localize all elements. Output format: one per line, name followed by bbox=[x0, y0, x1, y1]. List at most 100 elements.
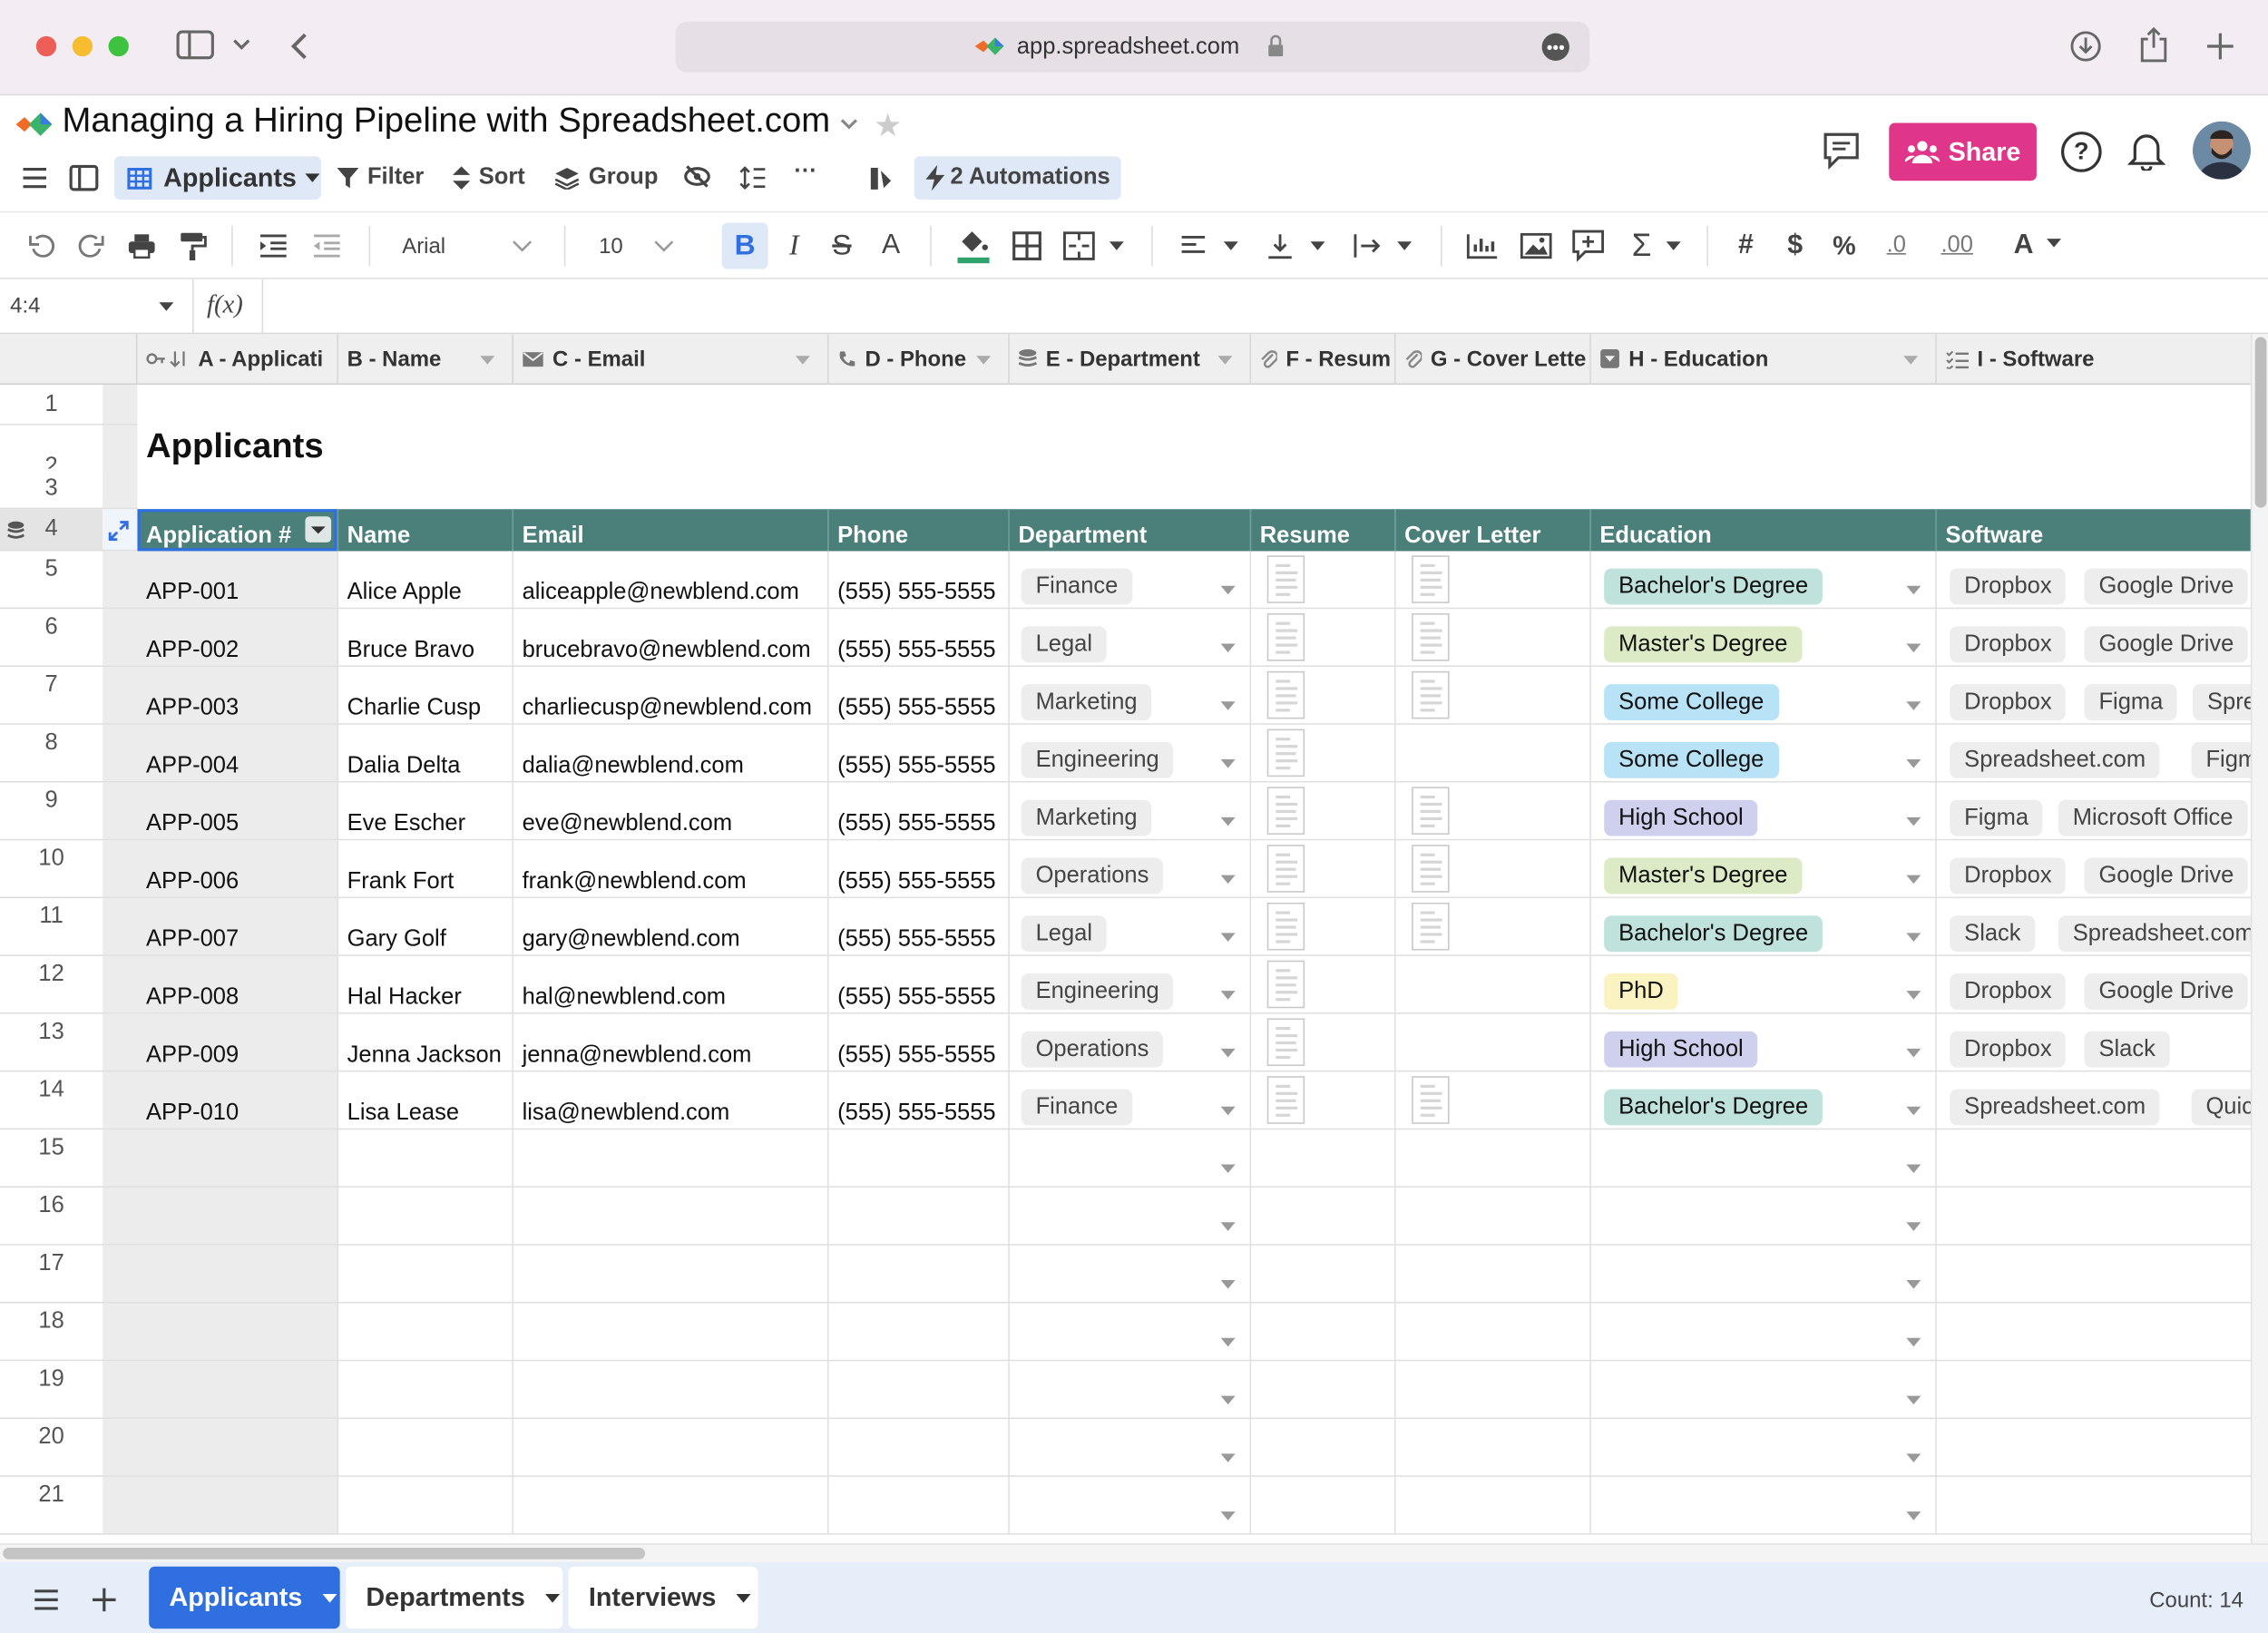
row-gutter[interactable] bbox=[103, 609, 138, 668]
cell-software[interactable]: Dropbox Google Drive bbox=[1936, 840, 2251, 899]
cell-resume[interactable] bbox=[1251, 667, 1396, 725]
text-wrap-icon[interactable] bbox=[1353, 227, 1384, 264]
column-menu-caret-icon[interactable] bbox=[795, 356, 810, 365]
text-format-caret-icon[interactable] bbox=[2047, 239, 2062, 248]
cell-id[interactable]: APP-007 bbox=[137, 898, 339, 956]
cell-edu[interactable]: Some College bbox=[1590, 667, 1937, 725]
column-menu-caret-icon[interactable] bbox=[1217, 356, 1233, 365]
cell-resume[interactable] bbox=[1251, 1071, 1396, 1130]
cell-software[interactable]: Spreadsheet.com Quick bbox=[1936, 1071, 2251, 1130]
cell-resume[interactable] bbox=[1251, 1013, 1396, 1072]
cell-name[interactable] bbox=[338, 1419, 514, 1477]
row-gutter[interactable] bbox=[103, 1419, 138, 1477]
cell-reference[interactable]: 4:4 bbox=[10, 294, 40, 318]
cell-dropdown-caret-icon[interactable] bbox=[1220, 643, 1236, 653]
undo-icon[interactable] bbox=[26, 227, 58, 264]
back-icon[interactable] bbox=[289, 32, 309, 61]
cell-edu[interactable]: Bachelor's Degree bbox=[1590, 898, 1937, 956]
cell-cover[interactable] bbox=[1395, 1129, 1591, 1188]
cell-edu[interactable] bbox=[1590, 1187, 1937, 1246]
cell-email[interactable]: frank@newblend.com bbox=[513, 840, 829, 899]
cell-cover[interactable] bbox=[1395, 724, 1591, 783]
size-chevron-icon[interactable] bbox=[654, 227, 674, 264]
row-gutter[interactable] bbox=[103, 955, 138, 1014]
cell-software[interactable] bbox=[1936, 1361, 2251, 1420]
cell-id[interactable]: APP-004 bbox=[137, 724, 339, 783]
row-number[interactable]: 16 bbox=[0, 1187, 103, 1246]
bell-icon[interactable] bbox=[2127, 130, 2165, 171]
cell-software[interactable] bbox=[1936, 1304, 2251, 1362]
cell-software[interactable]: Dropbox Google Drive bbox=[1936, 609, 2251, 668]
cell-dropdown-caret-icon[interactable] bbox=[1906, 1222, 1921, 1231]
italic-button[interactable]: I bbox=[781, 227, 807, 264]
cell-edu[interactable]: Master's Degree bbox=[1590, 840, 1937, 899]
row-gutter[interactable] bbox=[103, 898, 138, 956]
cell-resume[interactable] bbox=[1251, 609, 1396, 668]
row-gutter[interactable] bbox=[103, 1071, 138, 1130]
merge-cells-icon[interactable] bbox=[1063, 227, 1095, 264]
document-thumbnail-icon[interactable] bbox=[1266, 555, 1305, 603]
vertical-align-icon[interactable] bbox=[1267, 227, 1294, 264]
cell-phone[interactable]: (555) 555-5555 bbox=[828, 724, 1010, 783]
cell-dept[interactable] bbox=[1009, 1476, 1252, 1535]
cell-name[interactable] bbox=[338, 1245, 514, 1304]
row-gutter[interactable] bbox=[103, 840, 138, 899]
cell-email[interactable]: gary@newblend.com bbox=[513, 898, 829, 956]
font-size-select[interactable]: 10 bbox=[599, 227, 623, 264]
cell-edu[interactable]: Master's Degree bbox=[1590, 609, 1937, 668]
cell-edu[interactable] bbox=[1590, 1419, 1937, 1477]
table-header-cell[interactable]: Application # bbox=[137, 509, 339, 552]
select-all-corner[interactable] bbox=[0, 334, 138, 386]
cell-name[interactable]: Gary Golf bbox=[338, 898, 514, 956]
add-comment-icon[interactable] bbox=[1572, 227, 1605, 264]
column-header-f[interactable]: F - Resum bbox=[1251, 334, 1396, 386]
row-number[interactable]: 13 bbox=[0, 1013, 103, 1072]
cell-phone[interactable]: (555) 555-5555 bbox=[828, 1013, 1010, 1072]
cell-dropdown-caret-icon[interactable] bbox=[1220, 991, 1236, 1000]
cell-edu[interactable]: Some College bbox=[1590, 724, 1937, 783]
bold-button[interactable]: B bbox=[721, 222, 768, 269]
cell-cover[interactable] bbox=[1395, 955, 1591, 1014]
cell-resume[interactable] bbox=[1251, 1245, 1396, 1304]
cell-id[interactable]: APP-005 bbox=[137, 782, 339, 841]
cell-dropdown-caret-icon[interactable] bbox=[1220, 1222, 1236, 1231]
cell-resume[interactable] bbox=[1251, 1129, 1396, 1188]
menu-icon[interactable] bbox=[22, 166, 48, 190]
cell-resume[interactable] bbox=[1251, 955, 1396, 1014]
cell-cover[interactable] bbox=[1395, 840, 1591, 899]
cell-edu[interactable] bbox=[1590, 1303, 1937, 1362]
font-chevron-icon[interactable] bbox=[512, 227, 533, 264]
cell-name[interactable]: Eve Escher bbox=[338, 782, 514, 841]
cell-cover[interactable] bbox=[1395, 1419, 1591, 1477]
decrease-decimals-button[interactable]: .0 bbox=[1881, 227, 1912, 264]
share-page-icon[interactable] bbox=[2139, 26, 2168, 64]
document-thumbnail-icon[interactable] bbox=[1266, 670, 1305, 719]
percent-format-icon[interactable]: % bbox=[1831, 227, 1857, 264]
cell-dept[interactable]: Finance bbox=[1009, 551, 1252, 610]
row-number[interactable]: 9 bbox=[0, 782, 103, 841]
automations-button[interactable]: 2 Automations bbox=[914, 156, 1121, 200]
cell-phone[interactable]: (555) 555-5555 bbox=[828, 1071, 1010, 1130]
help-icon[interactable]: ? bbox=[2061, 132, 2102, 172]
cell-resume[interactable] bbox=[1251, 1476, 1396, 1535]
indent-increase-icon[interactable] bbox=[258, 227, 289, 264]
cell-dropdown-caret-icon[interactable] bbox=[1220, 875, 1236, 885]
cell-dropdown-caret-icon[interactable] bbox=[1906, 991, 1921, 1000]
cell-email[interactable]: dalia@newblend.com bbox=[513, 724, 829, 783]
row-number[interactable]: 11 bbox=[0, 898, 103, 956]
cell-software[interactable] bbox=[1936, 1188, 2251, 1246]
cell-id[interactable] bbox=[137, 1187, 339, 1246]
wrap-caret-icon[interactable] bbox=[1397, 241, 1413, 250]
image-icon[interactable] bbox=[1520, 227, 1552, 264]
cell-email[interactable] bbox=[513, 1129, 829, 1188]
cell-dept[interactable] bbox=[1009, 1419, 1252, 1477]
minimize-window-button[interactable] bbox=[72, 35, 93, 57]
cell-name[interactable]: Alice Apple bbox=[338, 551, 514, 610]
cell-cover[interactable] bbox=[1395, 551, 1591, 610]
column-header-e[interactable]: E - Department bbox=[1009, 334, 1252, 386]
cell-phone[interactable] bbox=[828, 1419, 1010, 1477]
cell-name[interactable]: Lisa Lease bbox=[338, 1071, 514, 1130]
row-number[interactable]: 1 bbox=[0, 385, 103, 425]
column-menu-caret-icon[interactable] bbox=[480, 356, 495, 365]
cell-resume[interactable] bbox=[1251, 898, 1396, 956]
